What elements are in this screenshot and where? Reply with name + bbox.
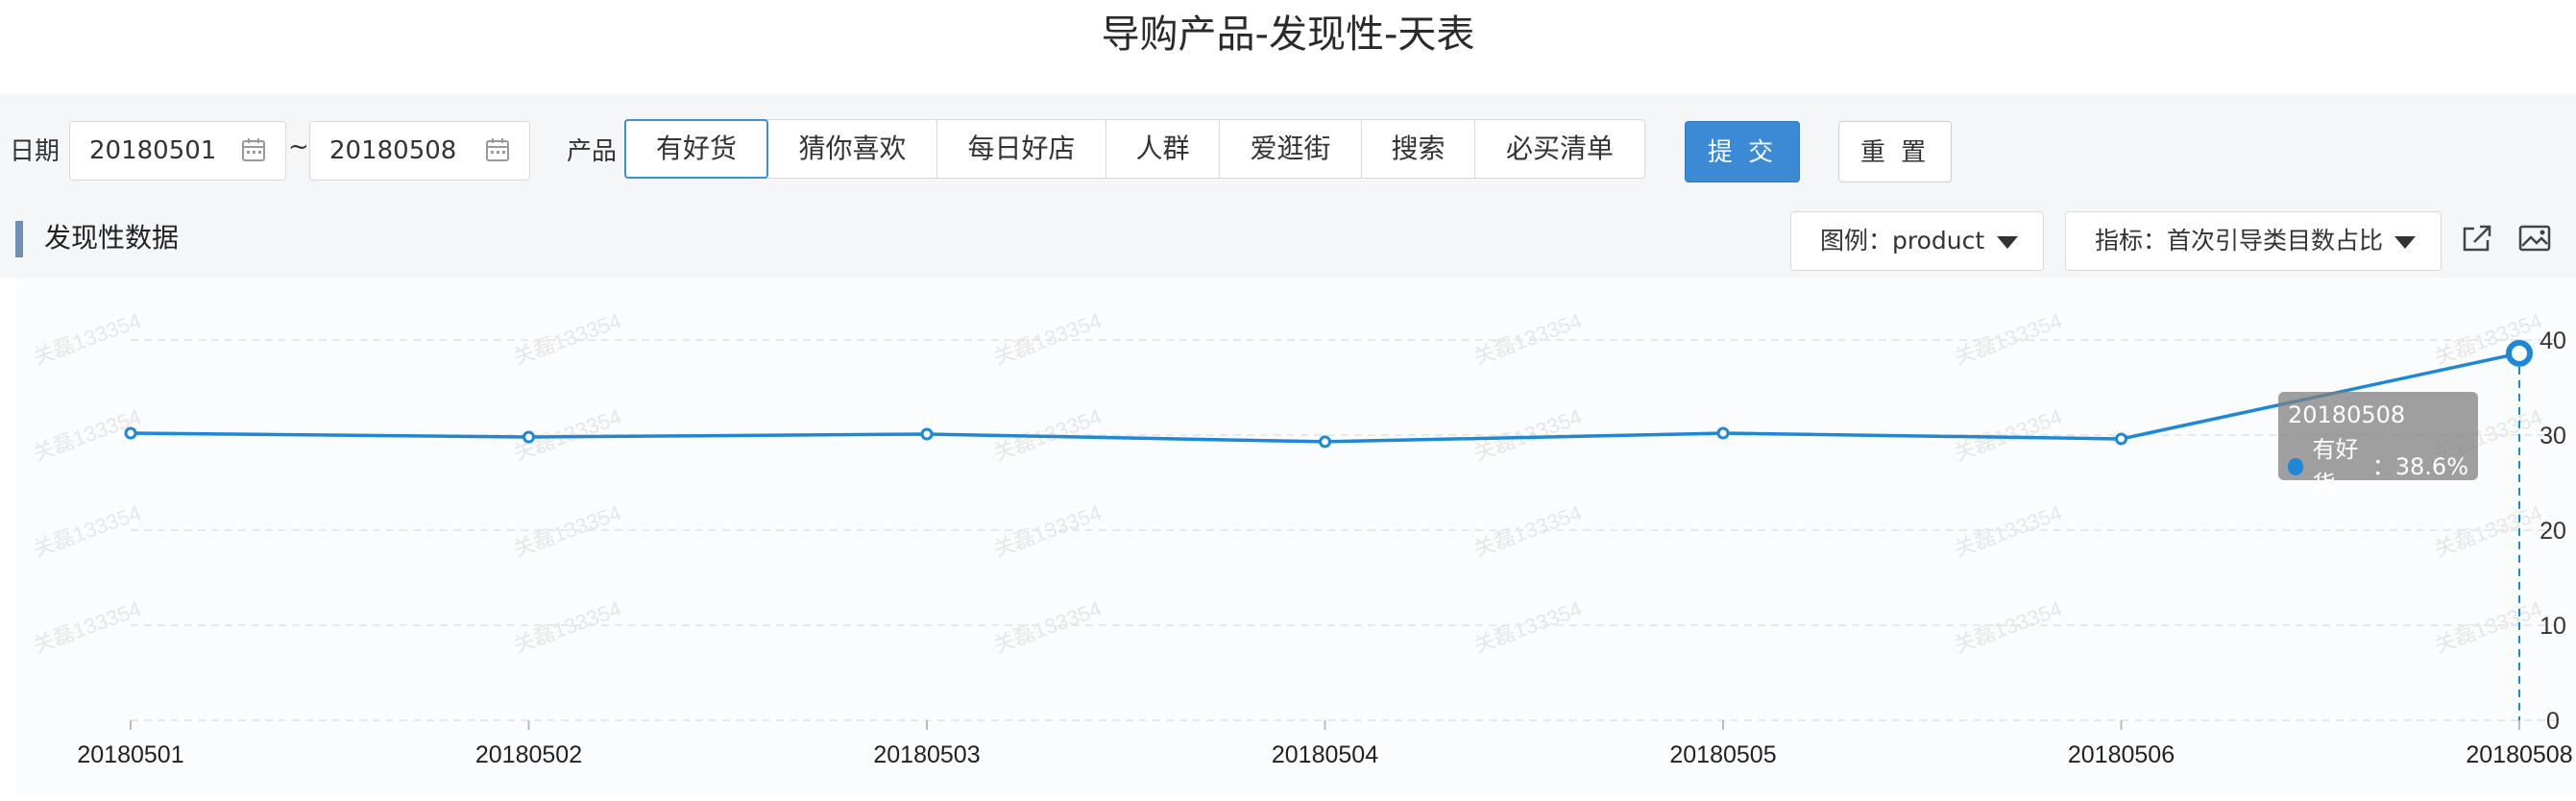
data-point	[1716, 426, 1730, 440]
data-point	[2115, 432, 2127, 446]
page-title: 导购产品-发现性-天表	[1101, 12, 1475, 57]
calendar-icon[interactable]	[485, 137, 510, 162]
image-icon[interactable]	[2518, 223, 2551, 254]
tooltip-date: 20180508	[2288, 401, 2406, 428]
tab-product-1[interactable]: 猜你喜欢	[768, 120, 937, 178]
x-tick-label: 20180501	[77, 741, 183, 768]
metric-dropdown-label: 指标：首次引导类目数占比	[2095, 227, 2384, 255]
x-tick-label: 20180508	[2466, 741, 2572, 768]
x-tick-label: 20180506	[2068, 741, 2175, 768]
tab-product-4[interactable]: 爱逛街	[1220, 120, 1362, 178]
y-tick-label: 0	[2546, 708, 2560, 735]
tooltip-separator: ：	[2371, 453, 2395, 480]
tooltip-series-name: 有好货	[2312, 436, 2359, 498]
section-accent-bar	[15, 221, 23, 257]
tab-product-0[interactable]: 有好货	[624, 119, 768, 179]
metric-dropdown[interactable]: 指标：首次引导类目数占比	[2065, 211, 2442, 271]
series-dot-icon	[2288, 458, 2303, 475]
x-tick-label: 20180505	[1669, 741, 1776, 768]
product-tabs: 有好货 猜你喜欢 每日好店 人群 爱逛街 搜索 必买清单	[624, 119, 1645, 179]
y-tick-label: 30	[2540, 423, 2566, 449]
chart-area: 关磊133354 关磊133354 关磊133354 关磊133354 关磊133354…	[17, 279, 2576, 797]
x-tick-label: 20180502	[475, 741, 582, 768]
tooltip-value: 38.6%	[2394, 453, 2468, 480]
reset-button[interactable]: 重 置	[1838, 121, 1952, 182]
data-point	[920, 427, 934, 441]
product-label: 产品	[567, 137, 618, 166]
chart-tooltip: 20180508 有好货 ： 38.6%	[2278, 392, 2478, 498]
tab-product-3[interactable]: 人群	[1106, 120, 1220, 178]
highlighted-point	[2506, 339, 2533, 367]
data-point	[124, 426, 137, 440]
tab-product-5[interactable]: 搜索	[1362, 120, 1475, 178]
caret-down-icon	[2394, 236, 2416, 249]
start-date-value: 20180501	[89, 136, 217, 165]
tooltip-row: 有好货 ： 38.6%	[2288, 432, 2468, 501]
y-tick-label: 20	[2540, 518, 2566, 545]
calendar-icon[interactable]	[241, 137, 266, 162]
tab-product-6[interactable]: 必买清单	[1475, 120, 1644, 178]
start-date-input[interactable]: 20180501	[69, 121, 286, 181]
date-separator: ~	[288, 133, 309, 161]
submit-button[interactable]: 提 交	[1685, 121, 1800, 182]
end-date-input[interactable]: 20180508	[309, 121, 530, 181]
x-tick-label: 20180504	[1272, 741, 1378, 768]
section-title: 发现性数据	[44, 222, 180, 254]
data-point	[1319, 435, 1331, 449]
x-tick-label: 20180503	[873, 741, 980, 768]
y-tick-label: 40	[2540, 328, 2566, 354]
data-point	[522, 430, 535, 444]
tab-product-2[interactable]: 每日好店	[937, 120, 1106, 178]
legend-dropdown-label: 图例：product	[1820, 227, 1985, 255]
end-date-value: 20180508	[329, 136, 457, 165]
date-label: 日期	[10, 137, 61, 166]
export-icon[interactable]	[2461, 223, 2493, 254]
y-tick-label: 10	[2540, 613, 2566, 640]
line-chart[interactable]: 关磊133354 关磊133354 关磊133354 关磊133354 关磊133354…	[17, 279, 2576, 797]
header-bar: 导购产品-发现性-天表	[0, 0, 2576, 94]
legend-dropdown[interactable]: 图例：product	[1790, 211, 2044, 271]
caret-down-icon	[1997, 236, 2018, 249]
